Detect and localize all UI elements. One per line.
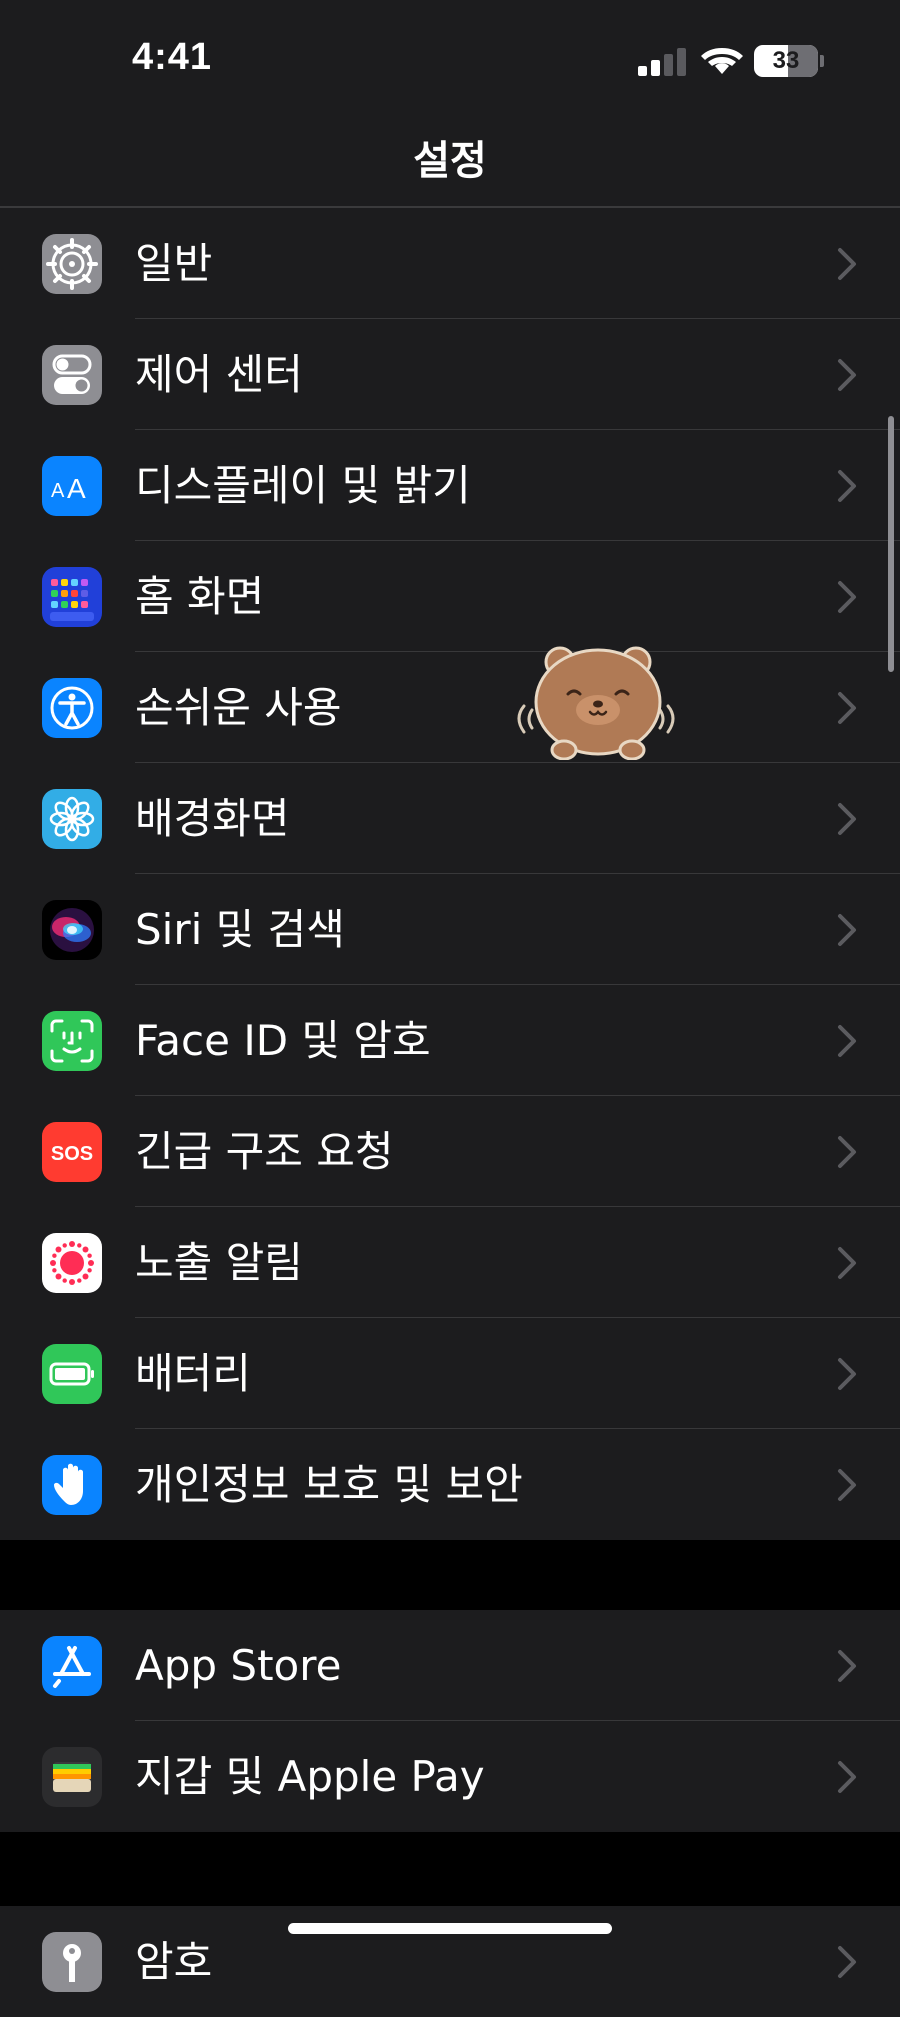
status-time: 4:41 bbox=[132, 36, 213, 78]
key-icon bbox=[42, 1932, 102, 1992]
svg-text:A: A bbox=[51, 480, 65, 502]
chevron-right-icon bbox=[838, 1761, 856, 1793]
chevron-right-icon bbox=[838, 1650, 856, 1682]
wifi-icon bbox=[701, 48, 743, 74]
row-label: Face ID 및 암호 bbox=[135, 1016, 431, 1065]
chevron-right-icon bbox=[838, 803, 856, 835]
siri-icon bbox=[42, 900, 102, 960]
chevron-right-icon bbox=[838, 1025, 856, 1057]
navigation-bar: 설정 bbox=[0, 100, 900, 208]
svg-text:A: A bbox=[67, 473, 86, 504]
row-label: 손쉬운 사용 bbox=[135, 683, 342, 732]
wallet-icon bbox=[42, 1747, 102, 1807]
battery-indicator: 33 bbox=[754, 45, 818, 77]
chevron-right-icon bbox=[838, 581, 856, 613]
chevron-right-icon bbox=[838, 1946, 856, 1978]
flower-icon bbox=[42, 789, 102, 849]
status-bar: 4:41 33 bbox=[0, 0, 900, 100]
battery-cap bbox=[820, 55, 824, 67]
settings-row-control-center[interactable]: 제어 센터 bbox=[0, 319, 900, 430]
chevron-right-icon bbox=[838, 359, 856, 391]
chevron-right-icon bbox=[838, 470, 856, 502]
settings-row-emergency-sos[interactable]: SOS 긴급 구조 요청 bbox=[0, 1096, 900, 1207]
chevron-right-icon bbox=[838, 914, 856, 946]
page-title: 설정 bbox=[413, 138, 487, 184]
settings-row-siri-search[interactable]: Siri 및 검색 bbox=[0, 874, 900, 985]
settings-row-accessibility[interactable]: 손쉬운 사용 bbox=[0, 652, 900, 763]
chevron-right-icon bbox=[838, 1247, 856, 1279]
face-id-icon bbox=[42, 1011, 102, 1071]
accessibility-icon bbox=[42, 678, 102, 738]
settings-row-display-brightness[interactable]: A A 디스플레이 및 밝기 bbox=[0, 430, 900, 541]
exposure-icon bbox=[42, 1233, 102, 1293]
bear-sticker-icon bbox=[517, 646, 675, 760]
home-indicator[interactable] bbox=[288, 1923, 612, 1934]
row-label: 배터리 bbox=[135, 1349, 251, 1398]
home-grid-icon bbox=[42, 567, 102, 627]
row-label: Siri 및 검색 bbox=[135, 905, 345, 954]
chevron-right-icon bbox=[838, 692, 856, 724]
hand-icon bbox=[42, 1455, 102, 1515]
row-label: 제어 센터 bbox=[135, 350, 303, 399]
row-label: 홈 화면 bbox=[135, 572, 265, 621]
cellular-signal-icon bbox=[638, 46, 686, 76]
sos-icon-text: SOS bbox=[51, 1143, 93, 1165]
row-label: 노출 알림 bbox=[135, 1238, 303, 1287]
row-label: App Store bbox=[135, 1641, 342, 1690]
row-label: 디스플레이 및 밝기 bbox=[135, 461, 471, 510]
chevron-right-icon bbox=[838, 1358, 856, 1390]
app-store-icon bbox=[42, 1636, 102, 1696]
sos-icon: SOS bbox=[42, 1122, 102, 1182]
battery-level: 33 bbox=[772, 47, 800, 74]
row-label: 일반 bbox=[135, 239, 213, 288]
toggles-icon bbox=[42, 345, 102, 405]
row-label: 개인정보 보호 및 보안 bbox=[135, 1460, 523, 1509]
settings-row-privacy-security[interactable]: 개인정보 보호 및 보안 bbox=[0, 1429, 900, 1540]
chevron-right-icon bbox=[838, 1469, 856, 1501]
scroll-indicator[interactable] bbox=[888, 416, 894, 672]
settings-row-face-id-passcode[interactable]: Face ID 및 암호 bbox=[0, 985, 900, 1096]
settings-row-wallet-apple-pay[interactable]: 지갑 및 Apple Pay bbox=[0, 1721, 900, 1832]
settings-row-exposure-notifications[interactable]: 노출 알림 bbox=[0, 1207, 900, 1318]
row-label: 긴급 구조 요청 bbox=[135, 1127, 394, 1176]
settings-group-store: App Store 지갑 및 Apple Pay bbox=[0, 1610, 900, 1832]
settings-row-app-store[interactable]: App Store bbox=[0, 1610, 900, 1721]
row-label: 배경화면 bbox=[135, 794, 290, 843]
settings-row-battery[interactable]: 배터리 bbox=[0, 1318, 900, 1429]
settings-row-wallpaper[interactable]: 배경화면 bbox=[0, 763, 900, 874]
settings-row-general[interactable]: 일반 bbox=[0, 208, 900, 319]
row-label: 암호 bbox=[135, 1937, 213, 1986]
settings-group-system: 일반 제어 센터 A A 디스플레이 및 밝기 홈 화면 손쉬운 사용 배경화면… bbox=[0, 208, 900, 1540]
chevron-right-icon bbox=[838, 248, 856, 280]
gear-icon bbox=[42, 234, 102, 294]
text-size-icon: A A bbox=[42, 456, 102, 516]
row-label: 지갑 및 Apple Pay bbox=[135, 1752, 485, 1801]
settings-row-home-screen[interactable]: 홈 화면 bbox=[0, 541, 900, 652]
battery-icon bbox=[42, 1344, 102, 1404]
chevron-right-icon bbox=[838, 1136, 856, 1168]
